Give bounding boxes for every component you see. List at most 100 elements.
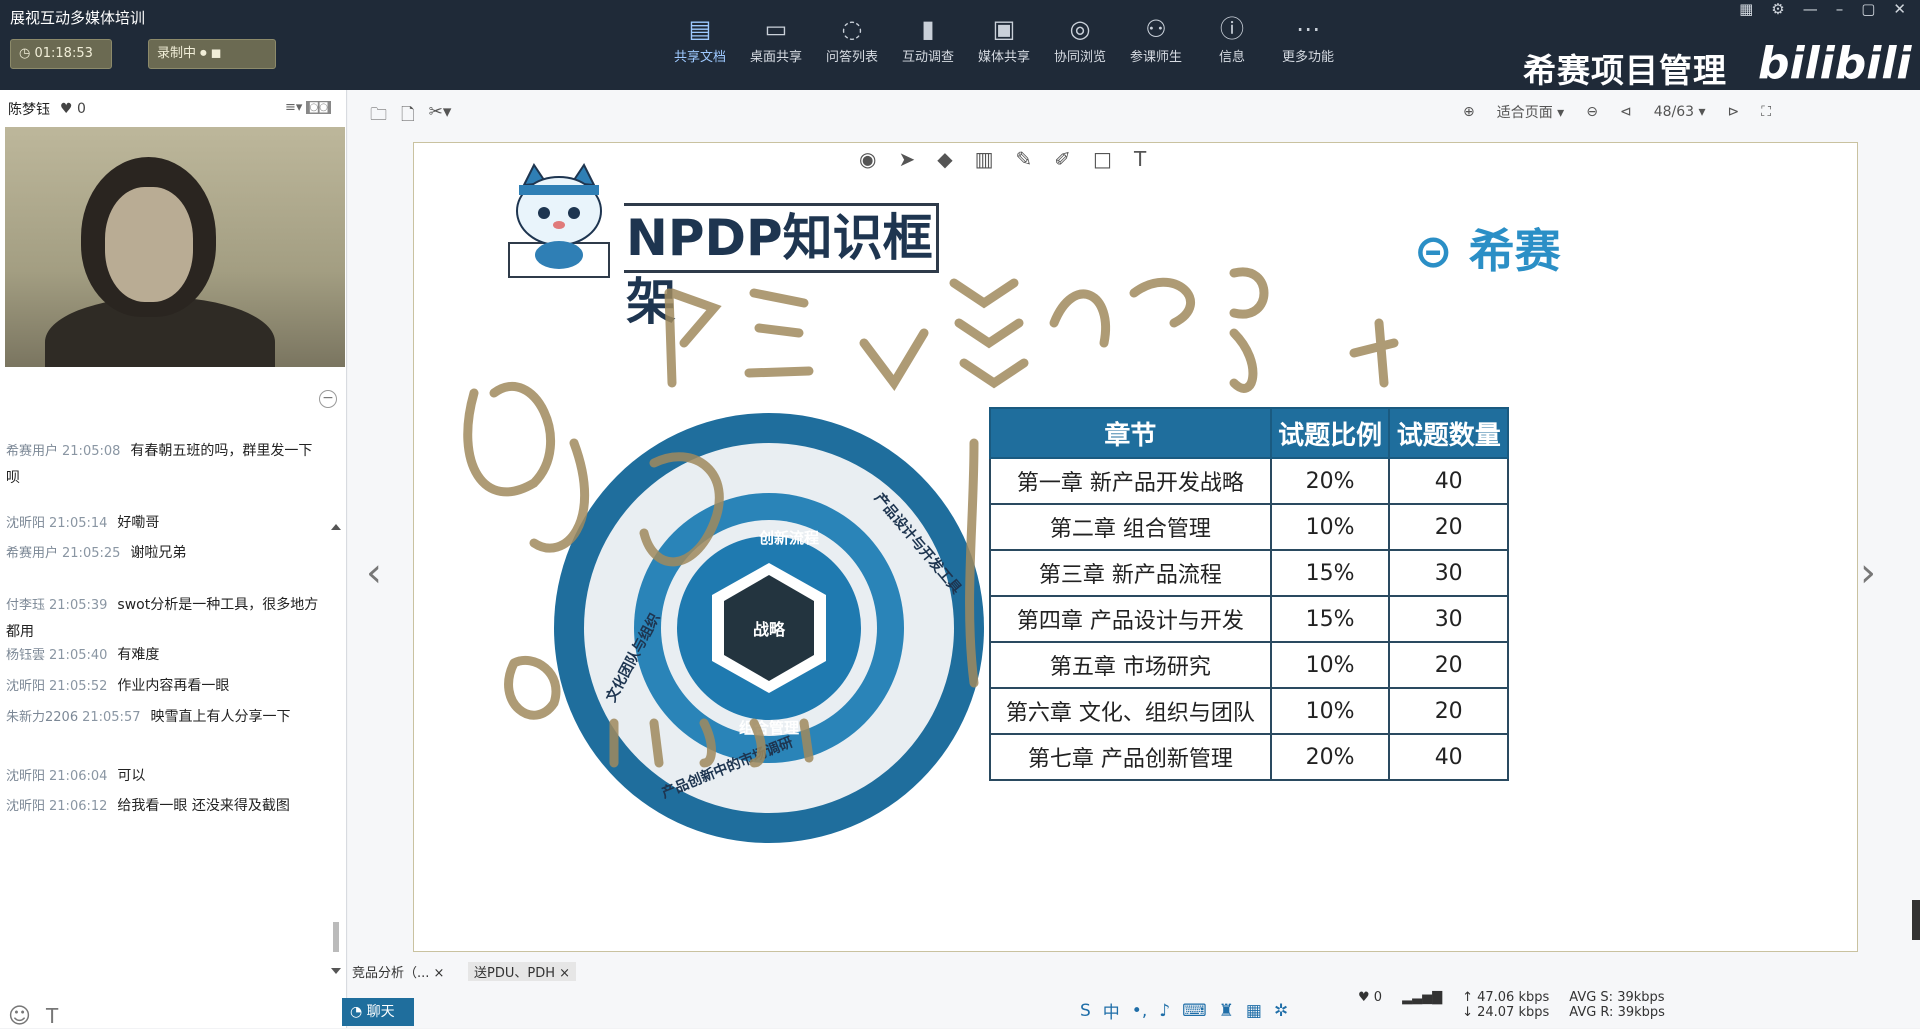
gear-icon[interactable]: ⚙	[1771, 0, 1784, 18]
record-dot-icon[interactable]: ◉	[859, 147, 876, 171]
wheel-inner-label: 创新流程	[758, 529, 819, 547]
slide-page: ◉ ➤ ◆ ▥ ✎ ✐ □ T NPDP知识框架 ⊝ 希赛 战略 创新流程 组合…	[413, 142, 1858, 952]
chat-tab-label: 聊天	[366, 1004, 395, 1020]
table-row: 第三章 新产品流程 15% 30	[989, 549, 1509, 597]
table-cell: 40	[1388, 733, 1509, 781]
microphone-icon[interactable]: ♪	[1159, 1001, 1170, 1021]
zoom-out-icon[interactable]: ⊖	[1586, 104, 1598, 120]
presenter-row: 陈梦钰	[8, 99, 50, 119]
text-format-icon[interactable]: T	[46, 1004, 58, 1028]
chat-message: 希赛用户 21:05:25 谢啦兄弟	[6, 540, 326, 567]
document-icon: ▤	[688, 15, 712, 43]
toolbar-label: 协同浏览	[1053, 50, 1106, 65]
toolbar-participants[interactable]: ⚇ 参课师生	[1118, 14, 1194, 65]
table-header-row: 章节 试题比例 试题数量	[989, 407, 1509, 459]
apps-grid-icon[interactable]: ▦	[1246, 1001, 1262, 1021]
table-cell: 第五章 市场研究	[989, 641, 1272, 689]
annotation-toolbar: ◉ ➤ ◆ ▥ ✎ ✐ □ T	[859, 147, 1146, 171]
ime-mode-icon[interactable]: 中	[1103, 998, 1120, 1023]
slide-prev-arrow[interactable]: ‹	[366, 550, 382, 596]
list-menu-icon[interactable]: ≡▾	[285, 100, 302, 115]
zoom-in-icon[interactable]: ⊕	[1463, 104, 1475, 120]
toolbar-shared-doc[interactable]: ▤ 共享文档	[662, 14, 738, 65]
fit-select[interactable]: 适合页面 ▾	[1497, 102, 1564, 122]
doc-tab-label: 送PDU、PDH	[474, 966, 555, 981]
skin-shirt-icon[interactable]: ♜	[1219, 1001, 1234, 1021]
settings-icon[interactable]: ✲	[1274, 1001, 1288, 1021]
chat-time: 21:06:04	[49, 769, 108, 784]
emoji-icon[interactable]: ☺	[8, 1004, 31, 1029]
pointer-icon[interactable]: ➤	[898, 147, 915, 171]
chat-user: 沈昕阳	[6, 769, 46, 784]
table-cell: 20%	[1269, 457, 1391, 505]
chat-time: 21:05:40	[49, 648, 108, 663]
record-button[interactable]: 录制中 ⏺ ◼	[148, 39, 276, 69]
logo-text: 希赛	[1468, 224, 1561, 278]
person-face	[105, 187, 193, 302]
slide-next-arrow[interactable]: ›	[1860, 550, 1876, 596]
toolbar-more[interactable]: ⋯ 更多功能	[1270, 14, 1346, 65]
table-row: 第二章 组合管理 10% 20	[989, 503, 1509, 551]
window-controls: ▦ ⚙ — – ▢ ✕	[1739, 0, 1906, 18]
logo-mark-icon: ⊝	[1414, 224, 1453, 278]
collapse-icon[interactable]: −	[319, 390, 337, 408]
bandwidth: ↑ 47.06 kbps ↓ 24.07 kbps	[1462, 990, 1550, 1020]
chat-scrollbar[interactable]	[330, 522, 342, 982]
text-tool-icon[interactable]: T	[1134, 147, 1146, 171]
page-select[interactable]: 48/63 ▾	[1654, 104, 1706, 120]
toolbar-cobrowse[interactable]: ◎ 协同浏览	[1042, 14, 1118, 65]
like-counter-bottom[interactable]: ♥ 0	[1358, 990, 1382, 1020]
close-icon[interactable]: ×	[434, 966, 445, 981]
toolbar-desktop-share[interactable]: ▭ 桌面共享	[738, 14, 814, 65]
document-area: 🗀 🗋 ✂▾ ⊕ 适合页面 ▾ ⊖ ⊲ 48/63 ▾ ⊳ ⛶ ‹ › ◉ ➤ …	[348, 90, 1920, 1028]
table-cell: 第三章 新产品流程	[989, 549, 1272, 597]
avg-send: AVG S: 39kbps	[1569, 990, 1665, 1005]
fullscreen-icon[interactable]: ⛶	[1761, 104, 1771, 120]
signal-icon: ▂▃▅▇	[1402, 990, 1443, 1005]
close-icon[interactable]: ×	[559, 966, 570, 981]
knowledge-wheel-diagram: 战略 创新流程 组合管理 产品设计与开发工具 产品创新中的市场调研 文化团队与组…	[554, 413, 984, 843]
close-icon[interactable]: ✕	[1893, 0, 1906, 18]
avg-receive: AVG R: 39kbps	[1569, 1005, 1665, 1020]
skin-icon[interactable]: ▦	[1739, 0, 1753, 18]
app-title: 展视互动多媒体培训	[10, 9, 146, 27]
film-icon: ▣	[992, 15, 1016, 43]
rectangle-icon[interactable]: □	[1093, 147, 1112, 171]
record-label: 录制中	[157, 46, 197, 61]
file-icon[interactable]: 🗋	[401, 102, 415, 131]
doc-tab-competitor[interactable]: 竞品分析（... ×	[352, 962, 444, 981]
toolbar-qa-list[interactable]: ◌ 问答列表	[814, 14, 890, 65]
like-count: 0	[77, 101, 86, 117]
wheel-center: 战略	[753, 620, 786, 639]
compass-icon: ◎	[1069, 15, 1091, 43]
prev-page-icon[interactable]: ⊲	[1620, 104, 1632, 120]
sogou-icon[interactable]: S	[1080, 1001, 1091, 1021]
doc-tab-pdu[interactable]: 送PDU、PDH ×	[468, 962, 577, 981]
minimize-mini-icon[interactable]: —	[1803, 0, 1818, 18]
eraser-icon[interactable]: ◆	[937, 147, 952, 171]
toolbar-media-share[interactable]: ▣ 媒体共享	[966, 14, 1042, 65]
folder-open-icon[interactable]: 🗀	[370, 102, 387, 131]
like-counter[interactable]: ♥ 0	[60, 101, 86, 117]
toolbar-info[interactable]: ⓘ 信息	[1194, 14, 1270, 65]
highlighter-icon[interactable]: ✐	[1054, 147, 1071, 171]
slide-scrollbar[interactable]	[1912, 900, 1920, 940]
toolbar-label: 桌面共享	[749, 50, 802, 65]
chat-user: 付李珏	[6, 598, 46, 613]
chat-user: 希赛用户	[6, 546, 59, 561]
next-page-icon[interactable]: ⊳	[1728, 104, 1740, 120]
chat-user: 沈昕阳	[6, 799, 46, 814]
punctuation-icon[interactable]: •,	[1132, 1001, 1147, 1021]
maximize-icon[interactable]: ▢	[1861, 0, 1875, 18]
ime-toolbar: S 中 •, ♪ ⌨ ♜ ▦ ✲	[1080, 998, 1288, 1024]
table-cell: 20	[1388, 641, 1509, 689]
scissors-icon[interactable]: ✂▾	[429, 102, 452, 131]
pen-icon[interactable]: ✎	[1016, 147, 1033, 171]
chat-message: 付李珏 21:05:39 swot分析是一种工具，很多地方都用	[6, 592, 326, 645]
minimize-icon[interactable]: –	[1836, 0, 1844, 18]
chat-tab-button[interactable]: ◔ 聊天	[342, 998, 414, 1026]
toolbar-survey[interactable]: ▮ 互动调查	[890, 14, 966, 65]
clear-icon[interactable]: ▥	[975, 147, 994, 171]
table-header: 试题数量	[1388, 407, 1509, 459]
keyboard-icon[interactable]: ⌨	[1182, 1001, 1207, 1021]
